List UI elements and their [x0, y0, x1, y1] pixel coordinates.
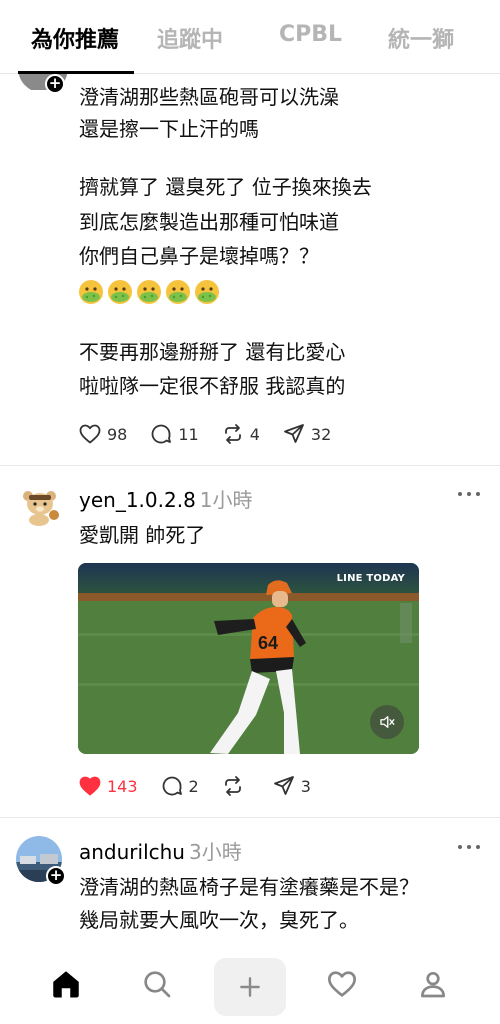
post-author[interactable]: andurilchu 3小時: [79, 836, 242, 865]
nauseated-face-icon: [79, 280, 103, 304]
muted-speaker-icon: [380, 716, 395, 728]
send-icon: [273, 776, 294, 795]
post-text-line: 你們自己鼻子是壞掉嗎？？: [79, 244, 319, 268]
post-author[interactable]: yen_1.0.2.8 1小時: [79, 484, 253, 513]
post-divider: [0, 465, 500, 466]
repost-button[interactable]: 4: [221, 422, 260, 446]
emoji-row: [78, 279, 220, 305]
feed-tabs: 為你推薦 追蹤中 CPBL 統一獅: [0, 0, 500, 74]
share-button[interactable]: 3: [272, 774, 311, 798]
video-source-label: LINE TODAY: [336, 573, 405, 584]
heart-filled-icon: [79, 776, 101, 796]
nauseated-face-icon: [108, 280, 132, 304]
share-count: 32: [310, 424, 332, 444]
nav-home[interactable]: [46, 964, 86, 1004]
like-count: 143: [107, 776, 138, 796]
bottom-navigation: [0, 950, 500, 1024]
avatar[interactable]: +: [16, 836, 66, 886]
create-icon: [240, 977, 260, 997]
nav-activity[interactable]: [322, 964, 362, 1004]
post-text-line: 澄清湖的熱區椅子是有塗癢藥是不是？: [79, 875, 419, 899]
repost-icon: [224, 424, 241, 444]
comment-button[interactable]: 11: [149, 422, 199, 446]
comment-icon: [151, 424, 172, 444]
comment-button[interactable]: 2: [160, 774, 199, 798]
tab-uni-lions[interactable]: 統一獅: [388, 22, 454, 54]
nauseated-face-icon: [166, 280, 190, 304]
follow-plus-icon[interactable]: +: [46, 866, 66, 886]
more-options-icon[interactable]: [458, 492, 480, 498]
profile-icon: [421, 972, 445, 998]
post-text-line: 澄清湖那些熱區砲哥可以洗澡: [79, 85, 339, 109]
svg-text:64: 64: [258, 633, 278, 653]
nav-profile[interactable]: [413, 964, 453, 1004]
repost-icon: [224, 776, 241, 796]
nauseated-face-icon: [137, 280, 161, 304]
post-time: 3小時: [189, 840, 242, 864]
nav-search[interactable]: [137, 964, 177, 1004]
repost-button[interactable]: [221, 774, 250, 798]
nav-create[interactable]: [214, 958, 286, 1016]
post-text-line: 不要再那邊掰掰了 還有比愛心: [79, 340, 346, 364]
tab-for-you[interactable]: 為你推薦: [31, 22, 119, 54]
tab-cpbl[interactable]: CPBL: [279, 22, 342, 47]
post-text-line: 啦啦隊一定很不舒服 我認真的: [79, 374, 346, 398]
comment-count: 11: [178, 424, 199, 444]
post-text-line: 還是擦一下止汗的嗎: [79, 117, 259, 141]
more-options-icon[interactable]: [458, 845, 480, 851]
username[interactable]: yen_1.0.2.8: [79, 488, 196, 512]
post-text: 愛凱開 帥死了: [79, 523, 206, 547]
follow-plus-icon[interactable]: +: [45, 74, 65, 94]
post-text-line: 到底怎麼製造出那種可怕味道: [79, 210, 339, 234]
like-count: 98: [107, 424, 128, 444]
post-divider: [0, 817, 500, 818]
post-time: 1小時: [199, 488, 253, 512]
heart-icon: [79, 424, 101, 444]
like-button[interactable]: 143: [78, 774, 138, 798]
share-button[interactable]: 32: [282, 422, 331, 446]
share-count: 3: [300, 776, 311, 796]
home-icon: [53, 971, 79, 998]
bear-avatar-image: [23, 491, 59, 526]
repost-count: 4: [249, 424, 260, 444]
comment-icon: [162, 776, 182, 796]
nauseated-face-icon: [195, 280, 219, 304]
active-tab-indicator: [18, 71, 134, 74]
video-player[interactable]: 64 LINE TODAY: [78, 563, 419, 754]
post-text-line: 擠就算了 還臭死了 位子換來換去: [79, 175, 372, 199]
baseball-video-frame: 64: [78, 563, 419, 754]
post-text-line: 幾局就要大風吹一次，臭死了。: [79, 908, 359, 932]
send-icon: [284, 424, 304, 443]
username[interactable]: andurilchu: [79, 840, 185, 864]
comment-count: 2: [188, 776, 199, 796]
post-actions: 98 11 4 32: [78, 422, 353, 446]
search-icon: [144, 971, 171, 998]
post-actions: 143 2 3: [78, 774, 333, 798]
like-button[interactable]: 98: [78, 422, 127, 446]
avatar[interactable]: [18, 484, 62, 528]
activity-icon: [328, 971, 356, 997]
tab-following[interactable]: 追蹤中: [157, 22, 223, 54]
mute-button[interactable]: [370, 705, 404, 739]
